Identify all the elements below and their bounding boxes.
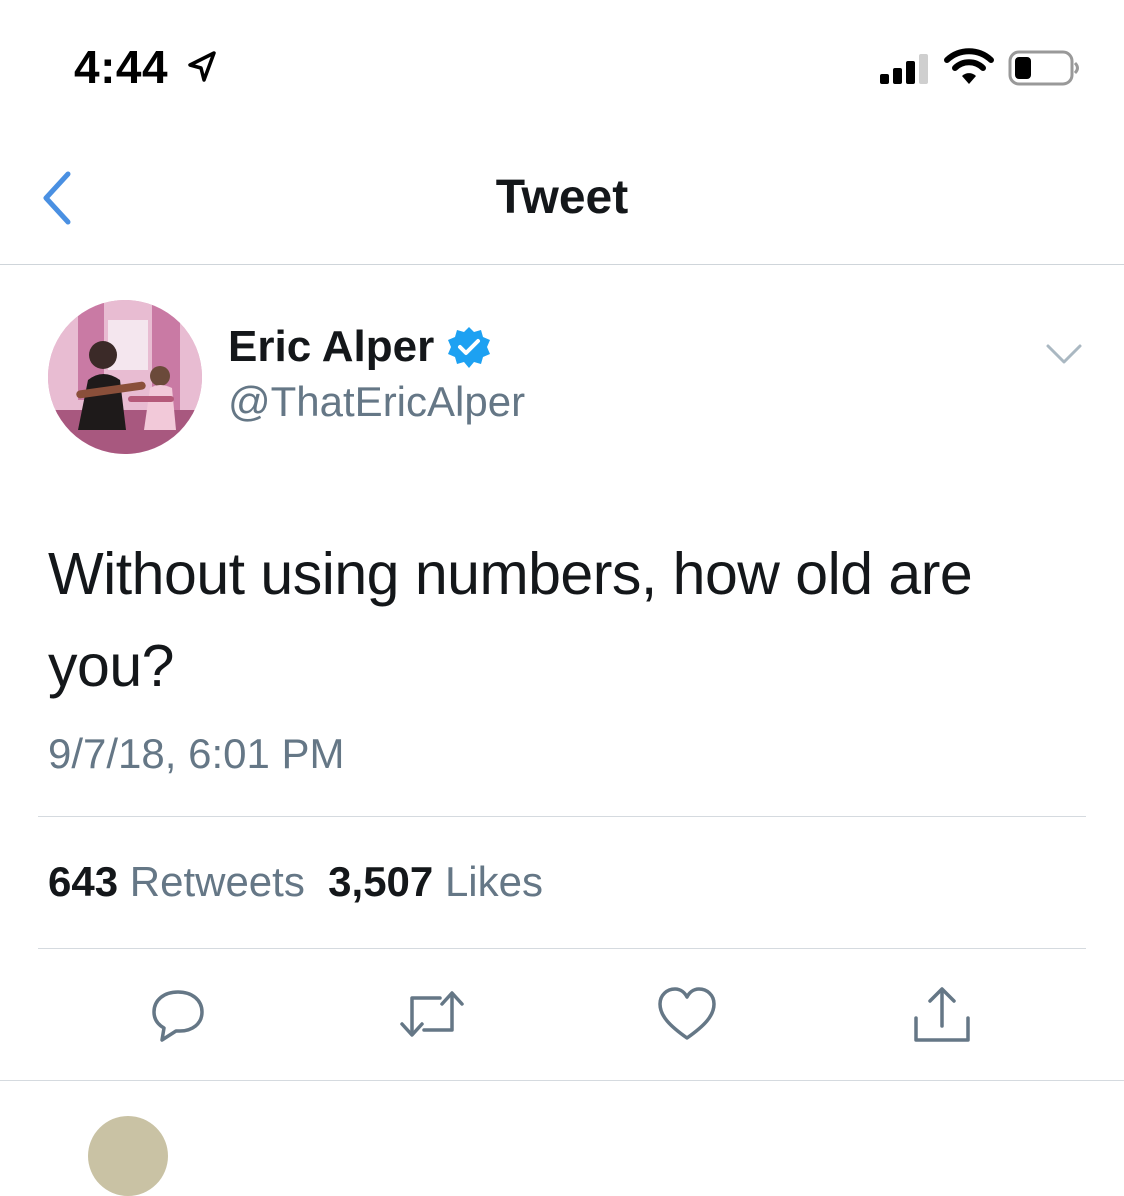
nav-divider (0, 264, 1124, 265)
retweets-count: 643 (48, 858, 119, 905)
engagement-stats: 643 Retweets 3,507 Likes (48, 858, 543, 906)
location-arrow-icon (188, 51, 216, 82)
author-handle[interactable]: @ThatEricAlper (228, 378, 525, 426)
status-time: 4:44 (74, 41, 169, 93)
likes-count: 3,507 (328, 858, 434, 905)
likes-stat[interactable]: 3,507 Likes (328, 858, 543, 905)
profile-photo-icon (48, 300, 202, 454)
retweets-stat[interactable]: 643 Retweets (48, 858, 305, 905)
reply-icon[interactable] (148, 984, 208, 1044)
battery-icon (1008, 50, 1079, 86)
divider (38, 816, 1086, 817)
retweets-label: Retweets (129, 858, 305, 905)
retweet-icon[interactable] (396, 984, 468, 1044)
tweet-timestamp: 9/7/18, 6:01 PM (48, 730, 345, 777)
cellular-signal-icon (880, 54, 928, 84)
divider (38, 948, 1086, 949)
likes-label: Likes (444, 858, 544, 905)
like-icon[interactable] (656, 984, 718, 1044)
chevron-down-icon[interactable] (1044, 340, 1084, 370)
tweet-text: Without using numbers, how old are you? (48, 541, 973, 699)
page-title: Tweet (495, 171, 629, 224)
reply-avatar[interactable] (88, 1116, 168, 1196)
wifi-icon (944, 48, 994, 84)
verified-badge-icon (448, 327, 490, 368)
divider (0, 1080, 1124, 1081)
author-name[interactable]: Eric Alper (228, 322, 434, 372)
share-icon[interactable] (910, 984, 974, 1046)
avatar[interactable] (48, 300, 202, 454)
